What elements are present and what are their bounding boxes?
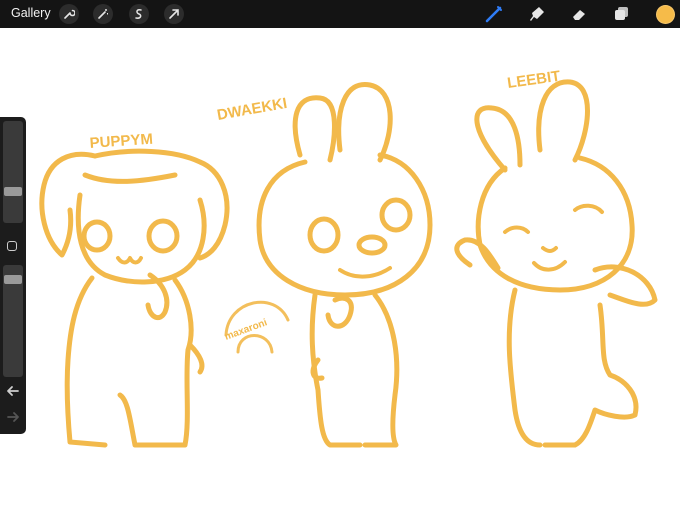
- layers-icon[interactable]: [612, 4, 632, 24]
- sketch-artwork: PUPPYM DWAEKKI LEEBIT maxaroni: [39, 68, 658, 448]
- selection-icon[interactable]: [129, 4, 149, 24]
- label-dwaekki: DWAEKKI: [216, 95, 289, 124]
- drawing-canvas[interactable]: PUPPYM DWAEKKI LEEBIT maxaroni: [0, 28, 680, 510]
- brush-icon[interactable]: [484, 4, 504, 24]
- opacity-handle[interactable]: [4, 275, 22, 284]
- redo-icon[interactable]: [5, 410, 21, 424]
- left-sidebar: [0, 117, 26, 434]
- top-toolbar: Gallery: [0, 0, 680, 28]
- eraser-icon[interactable]: [569, 4, 589, 24]
- modify-square-icon[interactable]: [7, 241, 17, 251]
- brush-size-slider[interactable]: [3, 121, 23, 223]
- transform-arrow-icon[interactable]: [164, 4, 184, 24]
- opacity-slider[interactable]: [3, 265, 23, 377]
- puppy-character-sketch: [39, 148, 230, 448]
- magic-wand-icon[interactable]: [93, 4, 113, 24]
- color-swatch[interactable]: [656, 5, 675, 24]
- dwaekki-character-sketch: [256, 82, 433, 448]
- smudge-icon[interactable]: [527, 4, 547, 24]
- gallery-button[interactable]: Gallery: [11, 6, 51, 20]
- wrench-icon[interactable]: [59, 4, 79, 24]
- brush-size-handle[interactable]: [4, 187, 22, 196]
- leebit-character-sketch: [454, 79, 658, 448]
- undo-icon[interactable]: [5, 384, 21, 398]
